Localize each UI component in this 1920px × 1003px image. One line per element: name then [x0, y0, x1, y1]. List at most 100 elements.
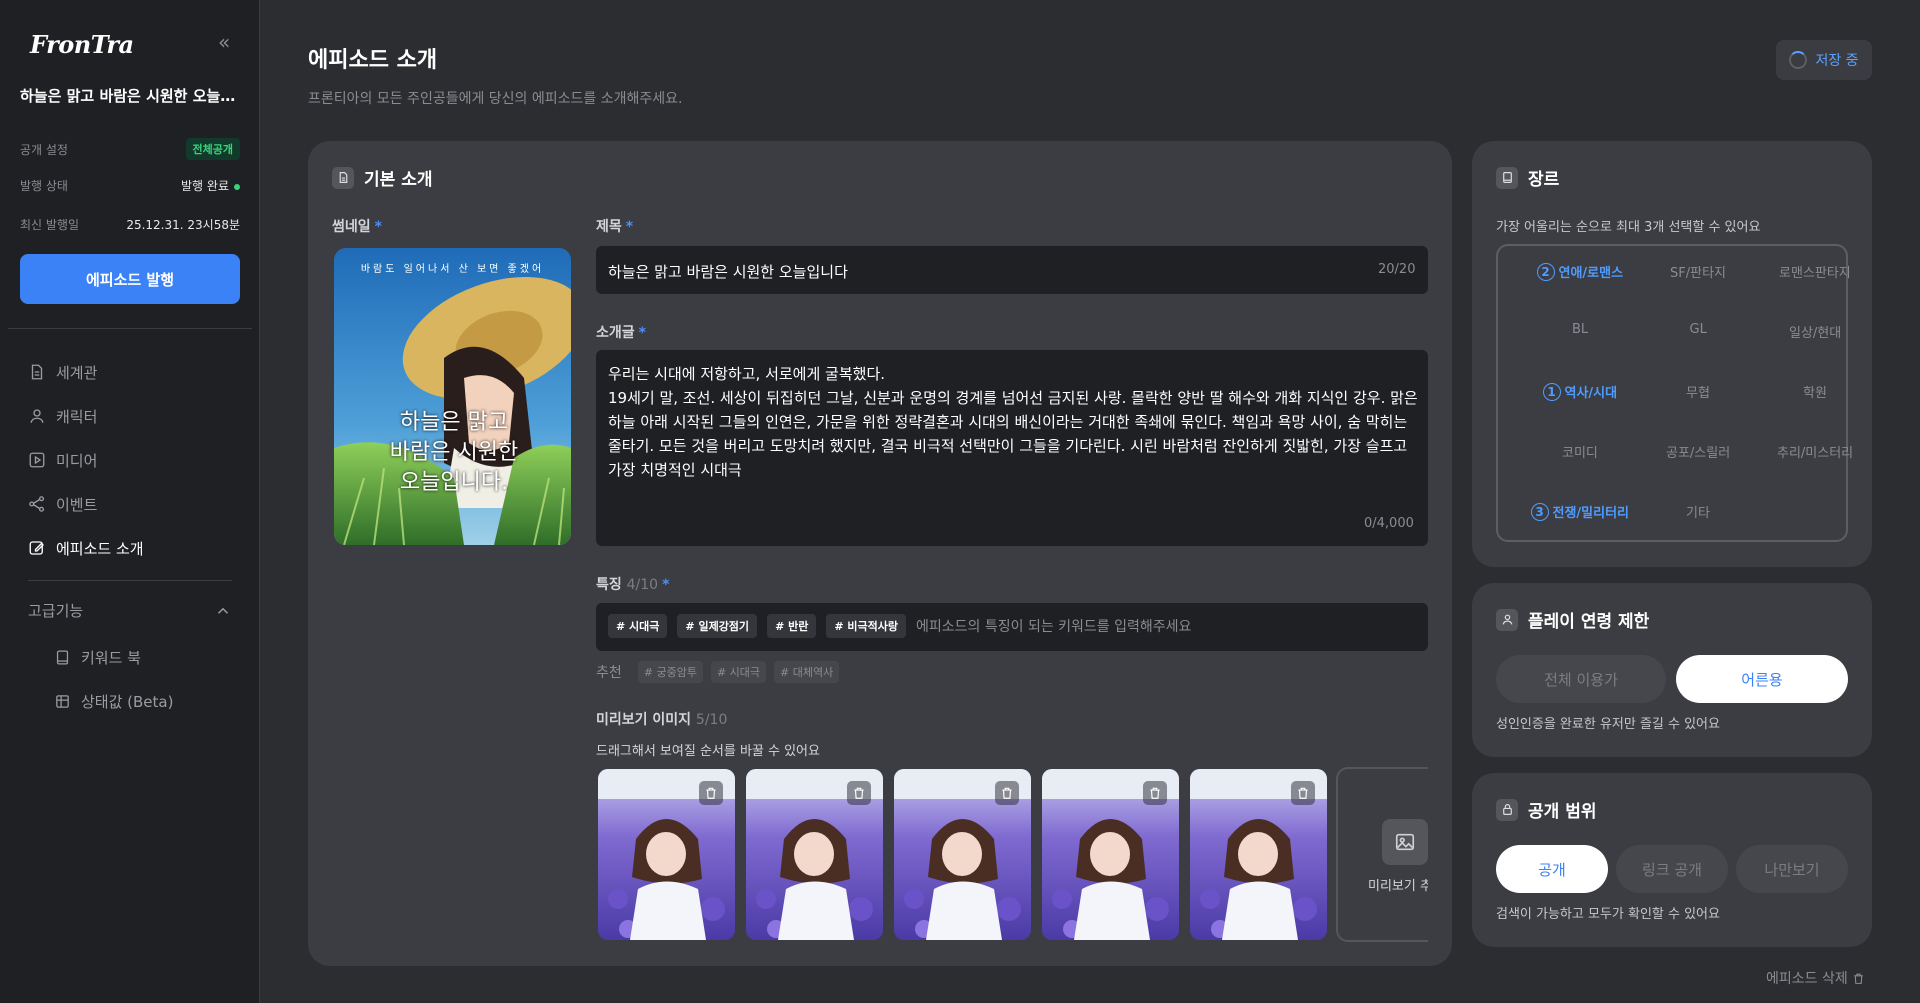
genre-option[interactable]: SF/판타지 — [1670, 262, 1726, 281]
preview-image[interactable] — [746, 769, 883, 940]
visibility-option-private[interactable]: 나만보기 — [1736, 845, 1848, 893]
recommended-tag[interactable]: # 시대극 — [710, 661, 767, 683]
meta-visibility: 공개 설정 전체공개 — [20, 138, 240, 160]
collapse-sidebar-icon[interactable]: « — [218, 30, 230, 54]
visibility-option-link[interactable]: 링크 공개 — [1616, 845, 1728, 893]
delete-preview-icon[interactable] — [1291, 781, 1315, 805]
age-option-all[interactable]: 전체 이용가 — [1496, 655, 1666, 703]
page-title: 에피소드 소개 — [308, 48, 438, 73]
genre-label: SF/판타지 — [1670, 266, 1726, 281]
genre-option[interactable]: 무협 — [1686, 382, 1710, 401]
features-label: 특징 4/10 * — [596, 577, 670, 593]
thumbnail-caption-top: 바람도 일어나서 산 보면 좋겠어 — [360, 264, 545, 275]
genre-label: 학원 — [1803, 386, 1827, 401]
genre-rank-badge: 1 — [1542, 382, 1561, 401]
feature-tag[interactable]: # 비극적사랑 — [826, 614, 907, 638]
chevron-up-icon — [217, 607, 229, 614]
genre-option[interactable]: 일상/현대 — [1789, 322, 1841, 341]
page-subtitle: 프론티아의 모든 주인공들에게 당신의 에피소드를 소개해주세요. — [308, 91, 683, 107]
genre-option[interactable]: 공포/스릴러 — [1666, 442, 1730, 461]
preview-image[interactable] — [1042, 769, 1179, 940]
advanced-label: 고급기능 — [28, 602, 84, 620]
feature-tag[interactable]: # 시대극 — [608, 614, 668, 638]
delete-preview-icon[interactable] — [1143, 781, 1167, 805]
genre-label: 역사/시대 — [1564, 386, 1618, 401]
share-icon — [29, 496, 45, 512]
feature-tags: # 시대극 # 일제강점기 # 반란 # 비극적사랑 에피소드의 특징이 되는 … — [608, 614, 1191, 638]
sub-item-status-beta[interactable]: 상태값 (Beta) — [54, 687, 173, 715]
book-icon — [1496, 166, 1518, 189]
genre-hint: 가장 어울리는 순으로 최대 3개 선택할 수 있어요 — [1496, 220, 1761, 235]
delete-episode-button[interactable]: 에피소드 삭제 — [1766, 968, 1865, 988]
age-hint: 성인인증을 완료한 유저만 즐길 수 있어요 — [1496, 717, 1720, 732]
feature-tag[interactable]: # 일제강점기 — [677, 614, 758, 638]
nav-item-episode-intro[interactable]: 에피소드 소개 — [28, 534, 144, 562]
genre-option[interactable]: BL — [1572, 322, 1588, 337]
edit-icon — [29, 541, 44, 555]
meta-value: 25.12.31. 23시58분 — [126, 218, 240, 232]
publish-episode-button[interactable]: 에피소드 발행 — [20, 254, 240, 304]
app-logo: FronTra — [30, 30, 134, 59]
preview-image[interactable] — [1190, 769, 1327, 940]
divider — [28, 580, 232, 581]
title-input-value: 하늘은 맑고 바람은 시원한 오늘입니다 — [608, 263, 848, 281]
preview-label: 미리보기 이미지 5/10 — [596, 712, 728, 728]
nav-label: 이벤트 — [56, 495, 98, 514]
meta-publish-state: 발행 상태 발행 완료 — [20, 177, 240, 194]
sub-item-label: 키워드 북 — [81, 648, 141, 667]
genre-option[interactable]: 코미디 — [1562, 442, 1598, 461]
genre-label: 연애/로맨스 — [1558, 266, 1624, 281]
preview-image[interactable] — [598, 769, 735, 940]
nav-item-event[interactable]: 이벤트 — [28, 490, 97, 518]
nav-item-world[interactable]: 세계관 — [28, 358, 97, 386]
advanced-features-toggle[interactable]: 고급기능 — [28, 600, 232, 621]
recommended-tag[interactable]: # 대체역사 — [774, 661, 840, 683]
book-icon — [56, 649, 69, 665]
user-icon — [1496, 608, 1518, 631]
loading-spinner-icon — [1789, 51, 1808, 69]
status-badge: 전체공개 — [185, 138, 240, 160]
delete-preview-icon[interactable] — [995, 781, 1019, 805]
nav-item-character[interactable]: 캐릭터 — [28, 402, 97, 430]
visibility-option-public[interactable]: 공개 — [1496, 845, 1608, 893]
genre-option[interactable]: GL — [1690, 322, 1707, 337]
genre-option[interactable]: 추리/미스터리 — [1777, 442, 1853, 461]
nav-label: 미디어 — [56, 451, 98, 470]
nav-item-media[interactable]: 미디어 — [28, 446, 97, 474]
feature-tag[interactable]: # 반란 — [767, 614, 817, 638]
genre-option[interactable]: 3 전쟁/밀리터리 — [1530, 502, 1629, 521]
sidebar: FronTra « 하늘은 맑고 바람은 시원한 오늘입니다 공개 설정 전체공… — [0, 0, 260, 1003]
nav-label: 캐릭터 — [56, 407, 98, 426]
recommended-tag[interactable]: # 궁중암투 — [637, 661, 703, 683]
thumbnail-image[interactable]: 바람도 일어나서 산 보면 좋겠어 하늘은 맑고 바람은 시원한 오늘입니다. — [334, 248, 571, 545]
save-status-text: 저장 중 — [1815, 53, 1859, 69]
sub-item-label: 상태값 (Beta) — [81, 692, 174, 711]
genre-option[interactable]: 학원 — [1803, 382, 1827, 401]
thumbnail-label: 썸네일 * — [332, 219, 382, 235]
document-icon — [332, 166, 354, 189]
genre-rank-badge: 2 — [1536, 262, 1555, 281]
divider — [8, 328, 252, 329]
title-counter: 20/20 — [1378, 262, 1416, 277]
genre-option[interactable]: 2 연애/로맨스 — [1536, 262, 1624, 281]
nav-label: 에피소드 소개 — [56, 539, 144, 558]
genre-option[interactable]: 기타 — [1686, 502, 1710, 521]
genre-label: 공포/스릴러 — [1666, 446, 1731, 461]
delete-preview-icon[interactable] — [699, 781, 723, 805]
delete-preview-icon[interactable] — [847, 781, 871, 805]
preview-image[interactable] — [894, 769, 1031, 940]
user-icon — [30, 409, 44, 423]
sub-item-keyword-book[interactable]: 키워드 북 — [54, 643, 141, 671]
episode-title: 하늘은 맑고 바람은 시원한 오늘입니다 — [20, 87, 242, 105]
genre-rank-badge: 3 — [1530, 502, 1549, 521]
add-preview-button[interactable]: 미리보기 추 — [1336, 767, 1428, 942]
age-option-adult[interactable]: 어른용 — [1676, 655, 1848, 703]
genre-option[interactable]: 1 역사/시대 — [1542, 382, 1618, 401]
genre-title: 장르 — [1496, 165, 1559, 190]
meta-label: 최신 발행일 — [20, 218, 80, 232]
genre-label: 무협 — [1686, 386, 1710, 401]
features-placeholder: 에피소드의 특징이 되는 키워드를 입력해주세요 — [916, 619, 1192, 635]
meta-label: 발행 상태 — [20, 179, 68, 193]
thumbnail-caption: 하늘은 맑고 바람은 시원한 오늘입니다. — [389, 410, 519, 495]
genre-option[interactable]: 로맨스판타지 — [1779, 262, 1851, 281]
